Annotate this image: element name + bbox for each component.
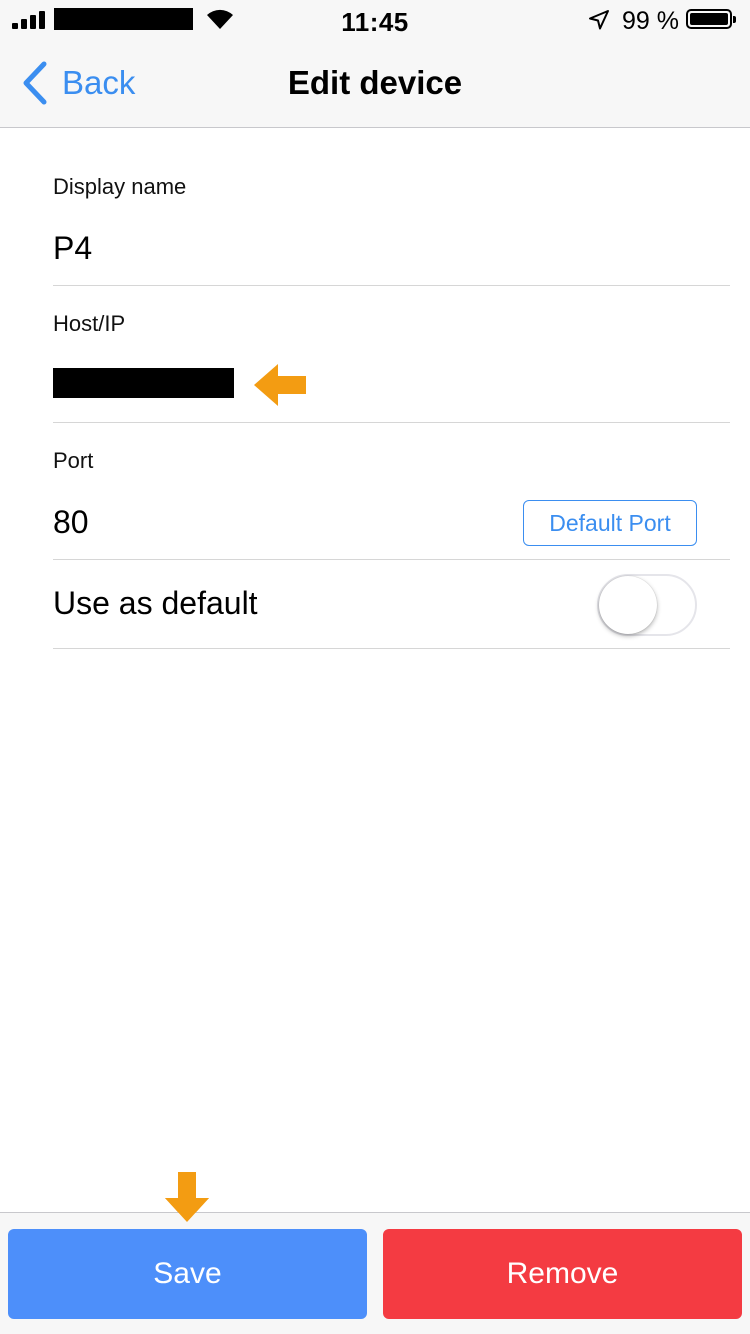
host-ip-label: Host/IP — [53, 311, 126, 336]
port-field: Port 80 Default Port — [53, 422, 730, 560]
toggle-knob — [599, 576, 657, 634]
host-ip-field: Host/IP — [53, 285, 730, 423]
use-as-default-label: Use as default — [53, 585, 258, 621]
battery-percent: 99 % — [622, 7, 679, 35]
remove-button[interactable]: Remove — [383, 1229, 742, 1319]
location-arrow-icon — [589, 10, 609, 30]
display-name-input[interactable]: P4 — [53, 230, 92, 267]
battery-icon — [686, 9, 736, 29]
annotation-arrow-down-overlay-icon — [165, 1172, 209, 1222]
bottom-action-bar: Save Remove — [0, 1212, 750, 1334]
save-button[interactable]: Save — [8, 1229, 367, 1319]
port-input[interactable]: 80 — [53, 504, 89, 541]
display-name-label: Display name — [53, 174, 187, 199]
use-as-default-row: Use as default — [53, 559, 730, 649]
page-title: Edit device — [287, 64, 463, 101]
navigation-bar: Back Edit device — [0, 40, 750, 128]
port-label: Port — [53, 448, 94, 473]
annotation-arrow-left-icon — [254, 364, 306, 406]
use-as-default-toggle[interactable] — [597, 574, 697, 636]
default-port-button[interactable]: Default Port — [523, 500, 697, 546]
host-ip-redacted — [53, 368, 234, 398]
display-name-field: Display name P4 — [53, 148, 730, 286]
status-bar: 11:45 99 % — [0, 0, 750, 40]
